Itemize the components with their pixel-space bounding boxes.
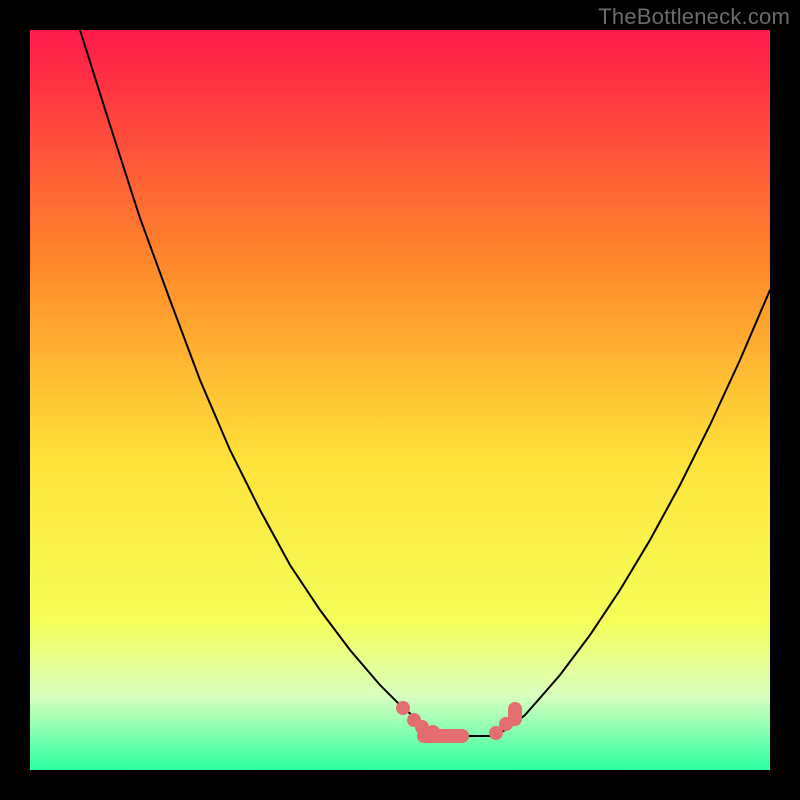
plot-area [30, 30, 770, 770]
highlight-marker [417, 729, 469, 743]
attribution-label: TheBottleneck.com [598, 4, 790, 30]
chart-frame: TheBottleneck.com [0, 0, 800, 800]
gradient-background [30, 30, 770, 770]
chart-canvas [30, 30, 770, 770]
highlight-marker [396, 701, 410, 715]
highlight-marker [508, 702, 522, 726]
